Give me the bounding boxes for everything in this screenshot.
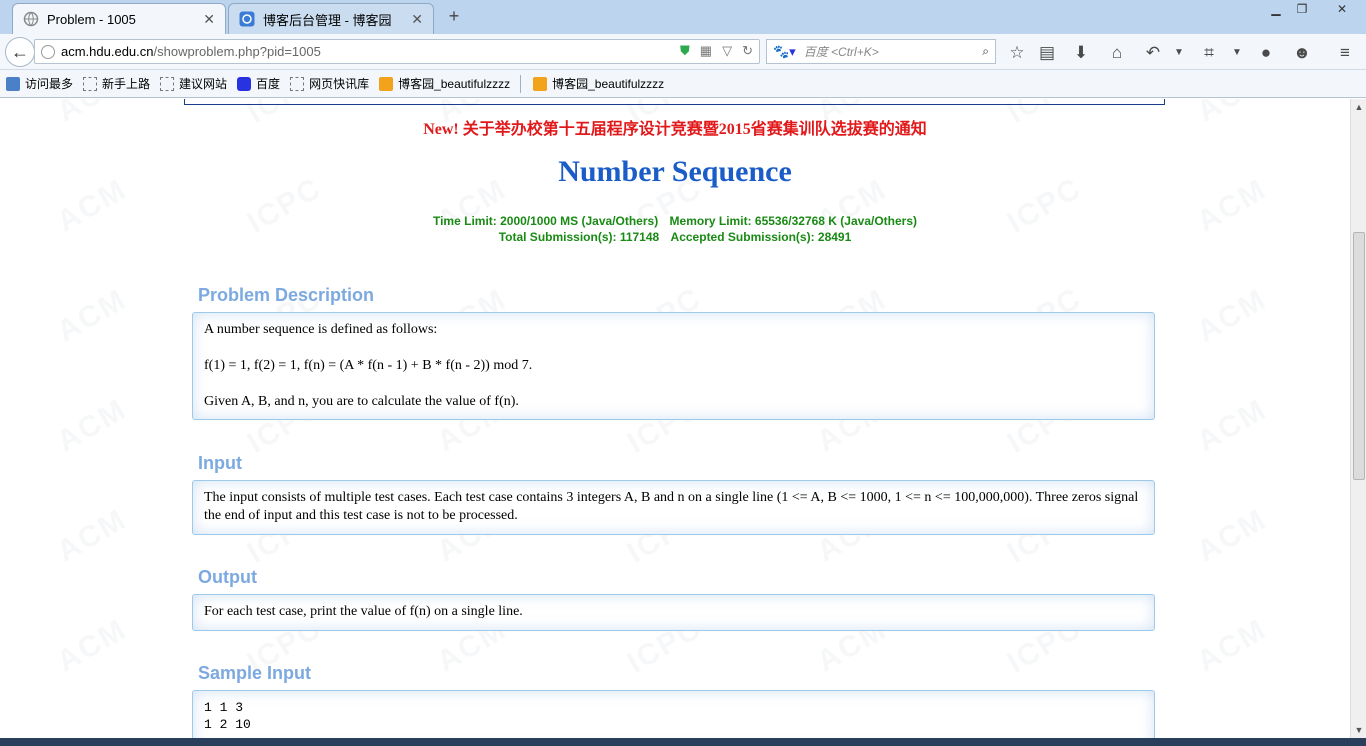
page-icon: [290, 76, 305, 91]
scroll-thumb[interactable]: [1353, 232, 1365, 480]
new-tab-button[interactable]: +: [444, 6, 464, 26]
baidu-paw-icon[interactable]: 🐾▾: [773, 44, 796, 60]
page-title: Number Sequence: [558, 155, 792, 188]
sample-input-line: 1 1 3: [204, 700, 244, 715]
contest-notice-link[interactable]: New! 关于举办校第十五届程序设计竞赛暨2015省赛集训队选拔赛的通知: [0, 115, 1350, 139]
scroll-up-arrow-icon[interactable]: ▲: [1351, 99, 1366, 115]
watermark-text: ACM: [51, 612, 133, 679]
tab-label: 博客后台管理 - 博客园: [263, 12, 392, 28]
shield-icon[interactable]: ⛊: [680, 43, 690, 59]
search-placeholder: 百度 <Ctrl+K>: [803, 45, 879, 59]
bookmark-label: 博客园_beautifulzzzz: [552, 77, 665, 91]
tab-bar: Problem - 1005 ✕ 博客后台管理 - 博客园 ✕ + ▁ ❐ ✕: [0, 0, 1366, 34]
watermark-text: ACM: [1191, 612, 1273, 679]
os-taskbar: [0, 738, 1366, 746]
reading-list-icon[interactable]: ▤: [1036, 42, 1058, 64]
description-line: Given A, B, and n, you are to calculate …: [204, 394, 519, 409]
description-line: A number sequence is defined as follows:: [204, 322, 438, 337]
output-text: For each test case, print the value of f…: [204, 604, 523, 619]
watermark-text: ACM: [51, 502, 133, 569]
bookmark-label: 建议网站: [179, 77, 228, 91]
chevron-down-icon[interactable]: ▼: [1168, 42, 1190, 64]
reload-icon[interactable]: ↻: [742, 43, 753, 59]
most-visited-icon: [6, 76, 20, 91]
vertical-scrollbar[interactable]: ▲ ▼: [1350, 99, 1366, 738]
sample-input-heading: Sample Input: [198, 663, 312, 683]
time-limit: Time Limit: 2000/1000 MS (Java/Others): [432, 214, 659, 228]
sample-input-line: 1 2 10: [204, 717, 251, 732]
total-submissions: Total Submission(s): 117148: [498, 230, 660, 244]
sample-input-panel: 1 1 3 1 2 10: [192, 690, 1155, 738]
scroll-down-arrow-icon[interactable]: ▼: [1351, 722, 1366, 738]
bookmarks-bar: 访问最多 新手上路 建议网站 百度 网页快讯库 博客园_beautifulzzz…: [0, 70, 1366, 98]
bookmark-label: 百度: [256, 77, 281, 91]
tab-problem-1005[interactable]: Problem - 1005 ✕: [12, 3, 226, 34]
bookmark-label: 访问最多: [25, 77, 74, 91]
arrow-left-icon: ←: [11, 42, 29, 62]
bookmark-cnblogs-1[interactable]: 博客园_beautifulzzzz: [379, 75, 510, 92]
accepted-submissions: Accepted Submission(s): 28491: [670, 230, 852, 244]
description-line: f(1) = 1, f(2) = 1, f(n) = (A * f(n - 1)…: [204, 358, 533, 373]
close-tab-icon[interactable]: ✕: [203, 11, 215, 28]
cnblogs-icon: [239, 11, 255, 27]
bookmark-separator: [520, 74, 522, 93]
bookmark-label: 网页快讯库: [309, 77, 370, 91]
address-bar[interactable]: acm.hdu.edu.cn /showproblem.php?pid=1005…: [34, 39, 760, 64]
page-icon: [160, 76, 175, 91]
globe-icon: [41, 44, 55, 59]
baidu-paw-icon: [237, 76, 252, 91]
chat-bubble-icon[interactable]: ●: [1255, 42, 1277, 64]
page-content: ACMICPCACMICPCACMICPCACMICPCACMICPCACMIC…: [0, 99, 1350, 738]
tab-cnblogs-admin[interactable]: 博客后台管理 - 博客园 ✕: [228, 3, 434, 34]
watermark-text: ACM: [1191, 392, 1273, 459]
bookmark-web-slices[interactable]: 网页快讯库: [290, 75, 369, 92]
problem-description-heading: Problem Description: [198, 285, 375, 305]
header-frame: [184, 99, 1165, 105]
url-host: acm.hdu.edu.cn: [61, 44, 154, 59]
rss-icon: [533, 76, 548, 91]
globe-icon: [23, 11, 39, 27]
input-text: The input consists of multiple test case…: [204, 490, 1139, 523]
bookmark-label: 新手上路: [102, 77, 151, 91]
minimize-icon[interactable]: ▁: [1262, 0, 1290, 18]
url-path: /showproblem.php?pid=1005: [153, 44, 321, 59]
menu-icon[interactable]: ≡: [1334, 42, 1356, 64]
input-heading: Input: [198, 453, 242, 473]
watermark-text: ACM: [51, 282, 133, 349]
bookmark-getting-started[interactable]: 新手上路: [83, 75, 150, 92]
smiley-icon[interactable]: ☻: [1291, 42, 1313, 64]
watermark-text: ACM: [1191, 502, 1273, 569]
download-icon[interactable]: ⬇: [1070, 42, 1092, 64]
watermark-text: ACM: [51, 392, 133, 459]
bookmark-most-visited[interactable]: 访问最多: [6, 75, 73, 92]
rss-icon: [379, 76, 394, 91]
navigation-bar: ← acm.hdu.edu.cn /showproblem.php?pid=10…: [0, 34, 1366, 70]
tab-label: Problem - 1005: [47, 11, 136, 27]
page-icon: [83, 76, 98, 91]
output-heading: Output: [198, 567, 257, 587]
bookmark-star-icon[interactable]: ☆: [1006, 42, 1028, 64]
chevron-down-icon[interactable]: ▼: [1226, 42, 1248, 64]
home-icon[interactable]: ⌂: [1106, 42, 1128, 64]
bookmark-baidu[interactable]: 百度: [237, 75, 280, 92]
bookmark-label: 博客园_beautifulzzzz: [398, 77, 511, 91]
qr-code-icon[interactable]: ▦: [700, 43, 712, 59]
bookmark-suggested-sites[interactable]: 建议网站: [160, 75, 227, 92]
search-bar[interactable]: 🐾▾ 百度 <Ctrl+K> ⌕: [766, 39, 996, 64]
restore-icon[interactable]: ❐: [1288, 0, 1316, 18]
crop-icon[interactable]: ⌗: [1198, 42, 1220, 64]
search-icon[interactable]: ⌕: [982, 44, 989, 59]
bookmark-cnblogs-2[interactable]: 博客园_beautifulzzzz: [533, 75, 664, 92]
close-tab-icon[interactable]: ✕: [411, 11, 423, 28]
undo-icon[interactable]: ↶: [1142, 42, 1164, 64]
watermark-text: ACM: [1191, 282, 1273, 349]
problem-description-panel: A number sequence is defined as follows:…: [192, 312, 1155, 420]
dropdown-icon[interactable]: ▽: [722, 43, 732, 59]
output-panel: For each test case, print the value of f…: [192, 594, 1155, 631]
memory-limit: Memory Limit: 65536/32768 K (Java/Others…: [669, 214, 917, 228]
back-button[interactable]: ←: [5, 37, 35, 67]
input-panel: The input consists of multiple test case…: [192, 480, 1155, 535]
problem-limits: Time Limit: 2000/1000 MS (Java/Others) M…: [0, 213, 1350, 245]
window-close-icon[interactable]: ✕: [1322, 0, 1362, 18]
